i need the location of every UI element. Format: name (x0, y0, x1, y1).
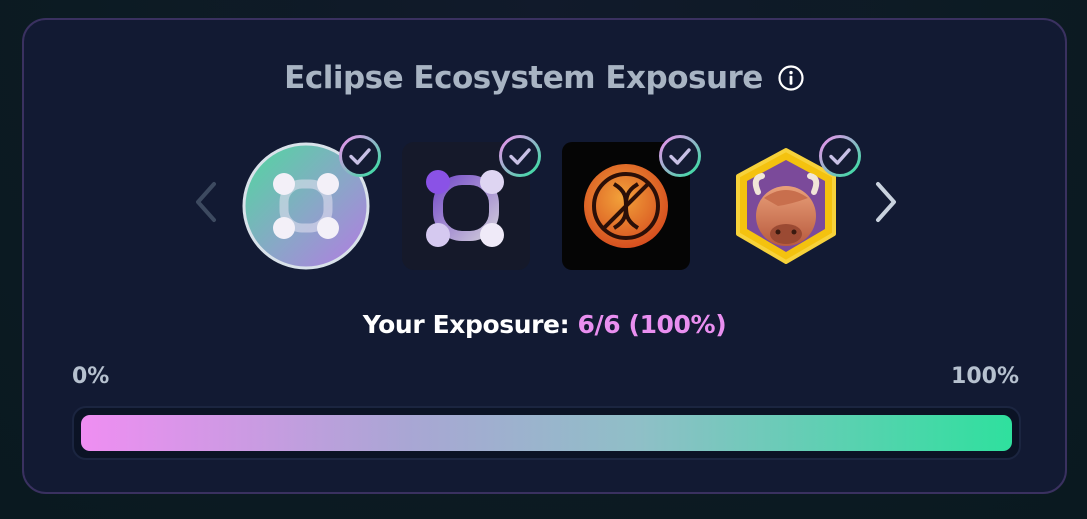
scale-min-label: 0% (72, 364, 110, 389)
check-badge-icon (659, 135, 701, 177)
card-title: Eclipse Ecosystem Exposure (284, 60, 763, 96)
check-badge-icon (339, 135, 381, 177)
card-header: Eclipse Ecosystem Exposure (24, 56, 1065, 100)
scale-max-label: 100% (951, 364, 1019, 389)
exposure-label: Your Exposure: (362, 310, 578, 339)
check-badge-icon (819, 135, 861, 177)
token-item[interactable] (402, 135, 541, 270)
info-icon[interactable] (777, 64, 805, 92)
check-badge-icon (499, 135, 541, 177)
chevron-right-icon[interactable] (864, 176, 904, 228)
exposure-summary: Your Exposure: 6/6 (100%) (24, 310, 1065, 339)
token-item[interactable] (562, 135, 701, 270)
token-carousel (24, 135, 1065, 278)
token-item[interactable] (242, 135, 381, 270)
chevron-left-icon[interactable] (188, 176, 228, 228)
exposure-progress-fill (81, 415, 1012, 451)
exposure-card: Eclipse Ecosystem Exposure Your Exposure… (22, 18, 1067, 494)
exposure-progress-bar (72, 406, 1021, 460)
exposure-value: 6/6 (100%) (577, 310, 727, 339)
token-item[interactable] (722, 135, 861, 270)
